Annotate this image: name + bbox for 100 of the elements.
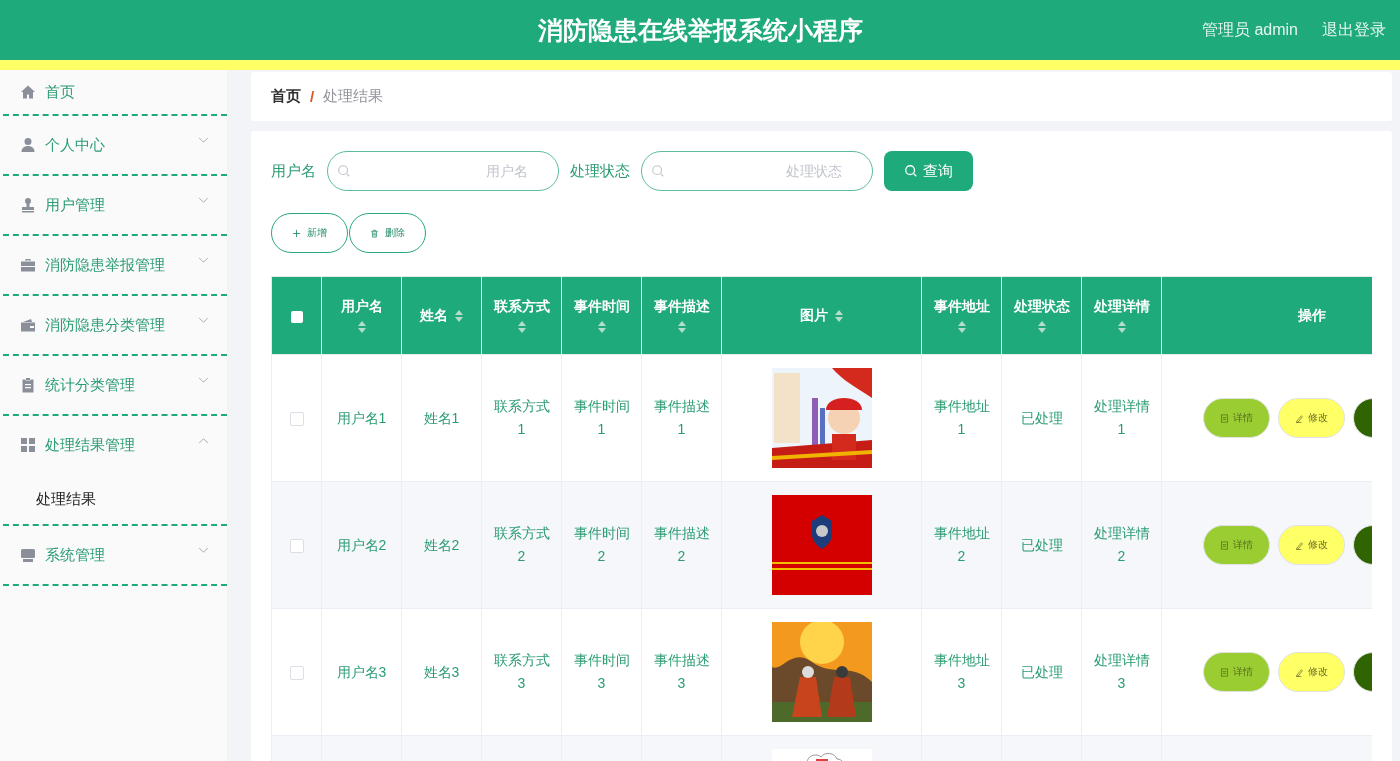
grid-icon <box>20 437 36 453</box>
row-checkbox[interactable] <box>289 665 304 680</box>
table-cell-text: 事件时间1 <box>572 397 631 439</box>
tray-icon <box>20 547 36 563</box>
table-cell-text: 处理详情1 <box>1092 397 1151 439</box>
detail-button[interactable]: 详情 <box>1203 652 1270 692</box>
chevron-up-icon <box>198 436 209 444</box>
sort-icon <box>596 319 607 334</box>
table-cell-text: 事件时间3 <box>572 651 631 693</box>
table-cell-text: 处理详情3 <box>1092 651 1151 693</box>
table-cell-text: 已处理 <box>1020 535 1063 555</box>
pencil-icon <box>1295 667 1304 677</box>
chevron-down-icon <box>198 376 209 384</box>
stamp-icon <box>20 197 36 213</box>
add-button[interactable]: 新增 <box>271 213 348 253</box>
home-icon <box>20 84 36 100</box>
table-cell-text: 事件地址2 <box>932 524 991 566</box>
plus-icon <box>292 228 301 238</box>
document-icon <box>1220 413 1229 423</box>
table-cell-text: 姓名3 <box>423 662 460 682</box>
table-cell-text: 联系方式3 <box>492 651 551 693</box>
sort-icon <box>453 308 464 323</box>
edit-button[interactable]: 修改 <box>1278 398 1345 438</box>
column-header[interactable]: 事件描述 <box>641 276 722 355</box>
table-cell-text: 事件描述2 <box>652 524 711 566</box>
table-cell-text: 姓名2 <box>423 535 460 555</box>
column-header[interactable]: 用户名 <box>321 276 402 355</box>
table-cell-text: 事件描述1 <box>652 397 711 439</box>
search-button[interactable]: 查询 <box>884 151 973 191</box>
column-header[interactable]: 联系方式 <box>481 276 562 355</box>
logout-link[interactable]: 退出登录 <box>1322 19 1386 41</box>
search-icon <box>651 164 665 178</box>
search-label: 处理状态 <box>570 161 630 181</box>
app-title: 消防隐患在线举报系统小程序 <box>537 14 863 46</box>
sort-icon <box>956 319 967 334</box>
pencil-icon <box>1295 540 1304 550</box>
pencil-icon <box>1295 413 1304 423</box>
breadcrumb-link[interactable]: 首页 <box>271 87 301 106</box>
sort-icon <box>676 319 687 334</box>
submenu-item[interactable]: 处理结果 <box>3 474 227 526</box>
table-cell-text: 联系方式2 <box>492 524 551 566</box>
search-field[interactable]: 用户名 <box>327 151 559 191</box>
clipboard-icon <box>20 377 36 393</box>
select-all-checkbox[interactable] <box>290 310 303 323</box>
table-cell-text: 处理详情2 <box>1092 524 1151 566</box>
column-header[interactable]: 处理详情 <box>1081 276 1162 355</box>
table-cell-text: 事件地址3 <box>932 651 991 693</box>
table-cell-text: 用户名1 <box>336 408 387 428</box>
chevron-down-icon <box>198 546 209 554</box>
search-label: 用户名 <box>271 161 316 181</box>
menu-item[interactable]: 首页 <box>3 70 227 116</box>
sort-icon <box>1036 319 1047 334</box>
table-cell-text: 已处理 <box>1020 662 1063 682</box>
menu-item[interactable]: 用户管理 <box>3 176 227 236</box>
table-cell-text: 姓名1 <box>423 408 460 428</box>
detail-button[interactable]: 详情 <box>1203 525 1270 565</box>
table-cell-text: 用户名2 <box>336 535 387 555</box>
table-cell-text: 联系方式1 <box>492 397 551 439</box>
table-cell-text: 已处理 <box>1020 408 1063 428</box>
briefcase-icon <box>20 257 36 273</box>
chevron-down-icon <box>198 196 209 204</box>
column-header[interactable]: 事件时间 <box>561 276 642 355</box>
row-checkbox[interactable] <box>289 538 304 553</box>
search-icon <box>904 164 918 178</box>
document-icon <box>1220 667 1229 677</box>
column-header[interactable]: 姓名 <box>401 276 482 355</box>
table-cell-text: 事件描述3 <box>652 651 711 693</box>
menu-item[interactable]: 系统管理 <box>3 526 227 586</box>
trash-icon <box>370 228 379 238</box>
column-header[interactable]: 处理状态 <box>1001 276 1082 355</box>
edit-button[interactable]: 修改 <box>1278 652 1345 692</box>
edit-button[interactable]: 修改 <box>1278 525 1345 565</box>
menu-item[interactable]: 处理结果管理 <box>3 416 227 474</box>
sort-icon <box>1116 319 1127 334</box>
table-cell-text: 事件时间2 <box>572 524 631 566</box>
row-checkbox[interactable] <box>289 411 304 426</box>
breadcrumb-separator: / <box>310 88 315 105</box>
search-field[interactable]: 处理状态 <box>641 151 873 191</box>
column-header[interactable]: 图片 <box>721 276 922 355</box>
search-icon <box>337 164 351 178</box>
menu-item[interactable]: 消防隐患举报管理 <box>3 236 227 296</box>
column-header[interactable]: 事件地址 <box>921 276 1002 355</box>
table-cell-text: 事件地址1 <box>932 397 991 439</box>
menu-item[interactable]: 消防隐患分类管理 <box>3 296 227 356</box>
breadcrumb-link[interactable]: 处理结果 <box>323 87 384 106</box>
chevron-down-icon <box>198 316 209 324</box>
menu-item[interactable]: 统计分类管理 <box>3 356 227 416</box>
chevron-down-icon <box>198 256 209 264</box>
user-label: 管理员 admin <box>1201 19 1298 40</box>
sort-icon <box>356 319 367 334</box>
document-icon <box>1220 540 1229 550</box>
chevron-down-icon <box>198 136 209 144</box>
sort-icon <box>516 319 527 334</box>
detail-button[interactable]: 详情 <box>1203 398 1270 438</box>
sort-icon <box>833 308 844 323</box>
table-cell-text: 用户名3 <box>336 662 387 682</box>
delete-button[interactable]: 删除 <box>349 213 426 253</box>
wallet-icon <box>20 317 36 333</box>
menu-item[interactable]: 个人中心 <box>3 116 227 176</box>
column-header[interactable]: 操作 <box>1161 276 1372 355</box>
